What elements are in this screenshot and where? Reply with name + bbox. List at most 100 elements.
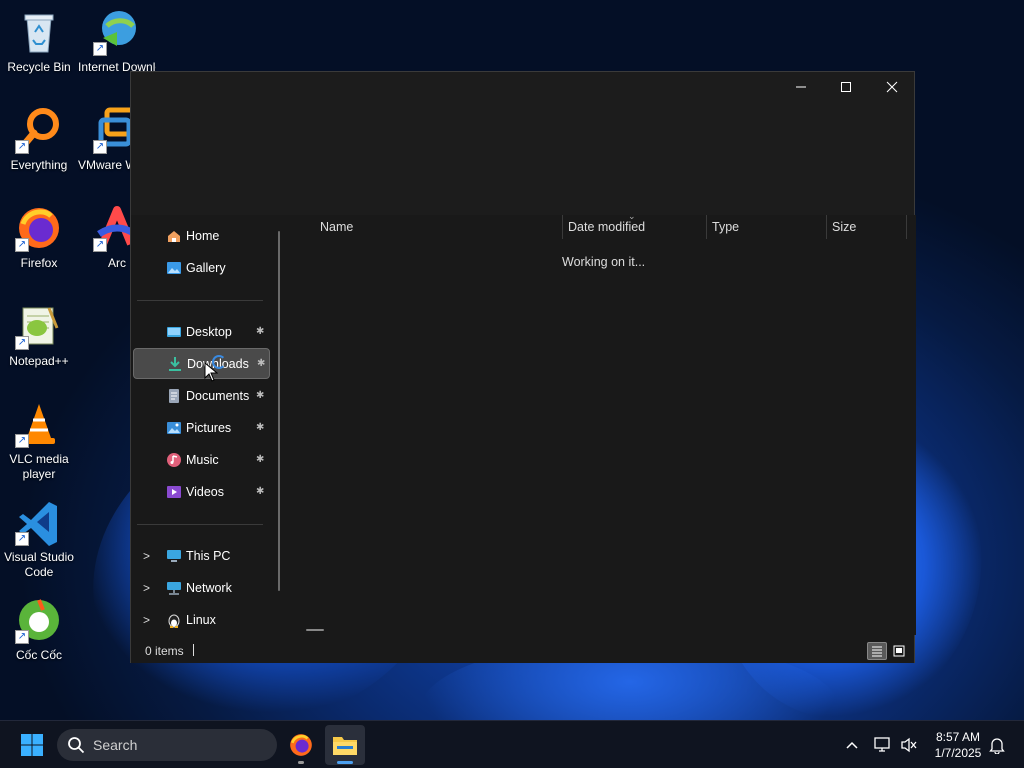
column-header-name[interactable]: Name xyxy=(314,215,562,239)
documents-folder-icon xyxy=(169,388,179,403)
pin-icon[interactable]: ✱ xyxy=(256,486,264,497)
file-list-view[interactable]: Name ⌄ Date modified Type Size Working o… xyxy=(291,211,916,635)
start-button[interactable] xyxy=(14,729,50,761)
clock[interactable]: 8:57 AM 1/7/2025 xyxy=(926,729,990,761)
close-icon xyxy=(886,81,898,93)
taskbar-file-explorer-button[interactable] xyxy=(325,725,365,765)
status-divider xyxy=(193,644,194,656)
column-header-date-modified[interactable]: Date modified xyxy=(562,215,706,239)
nav-separator xyxy=(137,524,263,525)
details-view-icon xyxy=(872,646,882,657)
desktop-folder-icon xyxy=(167,326,181,337)
maximize-button[interactable] xyxy=(823,72,869,102)
nav-item-home[interactable]: Home xyxy=(133,220,270,251)
downloads-folder-icon xyxy=(169,356,181,371)
gallery-icon xyxy=(167,261,181,274)
loading-message: Working on it... xyxy=(562,255,646,269)
column-header-size[interactable]: Size xyxy=(826,215,906,239)
file-explorer-folder-icon xyxy=(333,737,357,755)
navigation-scrollbar[interactable] xyxy=(278,231,280,591)
coc-coc-icon: ↗ xyxy=(15,596,63,644)
shortcut-arrow-icon: ↗ xyxy=(15,238,29,252)
nav-item-desktop[interactable]: Desktop ✱ xyxy=(133,316,270,347)
windows-logo-icon xyxy=(21,734,43,756)
large-icons-view-button[interactable] xyxy=(889,642,909,660)
pin-icon[interactable]: ✱ xyxy=(257,358,265,369)
show-hidden-icons-button[interactable] xyxy=(840,721,864,768)
music-folder-icon xyxy=(167,452,181,467)
item-count: 0 items xyxy=(145,644,184,658)
nav-item-downloads[interactable]: Downloads ✱ xyxy=(133,348,270,379)
taskbar: Search 8:57 AM 1/7/2025 xyxy=(0,720,1024,768)
desktop-icon-recycle-bin[interactable]: Recycle Bin xyxy=(0,8,78,75)
desktop-icon-firefox[interactable]: ↗ Firefox xyxy=(0,204,78,271)
nav-item-gallery[interactable]: Gallery xyxy=(133,252,270,283)
details-view-button[interactable] xyxy=(867,642,887,660)
nav-item-videos[interactable]: Videos ✱ xyxy=(133,476,270,507)
desktop-icon-vlc[interactable]: ↗ VLC media player xyxy=(0,400,78,482)
desktop-icon-everything[interactable]: ↗ Everything xyxy=(0,106,78,173)
expand-chevron-icon[interactable]: > xyxy=(143,613,150,627)
nav-item-linux[interactable]: > Linux xyxy=(133,604,270,635)
vlc-cone-icon: ↗ xyxy=(15,400,63,448)
speaker-muted-icon xyxy=(901,737,917,753)
chevron-up-icon xyxy=(846,741,858,749)
navigation-pane[interactable]: Home Gallery Desktop ✱ Downloads ✱ Docum… xyxy=(131,215,281,635)
horizontal-scrollbar[interactable] xyxy=(306,629,324,631)
desktop-icon-notepad-plus-plus[interactable]: ↗ Notepad++ xyxy=(0,302,78,369)
recycle-bin-icon xyxy=(15,8,63,56)
expand-chevron-icon[interactable]: > xyxy=(143,549,150,563)
pin-icon[interactable]: ✱ xyxy=(256,326,264,337)
file-explorer-window[interactable]: Home Gallery Desktop ✱ Downloads ✱ Docum… xyxy=(130,71,916,663)
running-indicator xyxy=(298,761,304,764)
nav-item-music[interactable]: Music ✱ xyxy=(133,444,270,475)
taskbar-search-box[interactable]: Search xyxy=(57,729,277,761)
search-icon xyxy=(68,737,85,754)
desktop-icon-internet-download-manager[interactable]: ↗ Internet Downlo... xyxy=(78,8,156,75)
nav-item-documents[interactable]: Documents ✱ xyxy=(133,380,270,411)
firefox-icon: ↗ xyxy=(15,204,63,252)
shortcut-arrow-icon: ↗ xyxy=(93,238,107,252)
internet-download-manager-icon: ↗ xyxy=(93,8,141,56)
pictures-folder-icon xyxy=(167,421,181,434)
notifications-button[interactable] xyxy=(986,721,1008,768)
shortcut-arrow-icon: ↗ xyxy=(15,630,29,644)
nav-item-this-pc[interactable]: > This PC xyxy=(133,540,270,571)
taskbar-firefox-button[interactable] xyxy=(281,725,321,765)
minimize-button[interactable] xyxy=(778,72,824,102)
volume-button[interactable] xyxy=(898,721,920,768)
home-icon xyxy=(168,230,180,242)
network-icon xyxy=(167,581,181,595)
desktop-icon-vscode[interactable]: ↗ Visual Studio Code xyxy=(0,498,78,580)
nav-item-pictures[interactable]: Pictures ✱ xyxy=(133,412,270,443)
pin-icon[interactable]: ✱ xyxy=(256,454,264,465)
tiles-view-icon xyxy=(893,645,905,657)
pin-icon[interactable]: ✱ xyxy=(256,422,264,433)
videos-folder-icon xyxy=(167,485,181,498)
nav-item-network[interactable]: > Network xyxy=(133,572,270,603)
minimize-icon xyxy=(796,86,806,88)
desktop-icon-coc-coc[interactable]: ↗ Cốc Cốc xyxy=(0,596,78,663)
column-header-type[interactable]: Type xyxy=(706,215,826,239)
pin-icon[interactable]: ✱ xyxy=(256,390,264,401)
this-pc-icon xyxy=(167,549,181,562)
maximize-icon xyxy=(841,82,851,92)
shortcut-arrow-icon: ↗ xyxy=(15,532,29,546)
expand-chevron-icon[interactable]: > xyxy=(143,581,150,595)
active-window-indicator xyxy=(337,761,353,764)
close-button[interactable] xyxy=(869,72,915,102)
shortcut-arrow-icon: ↗ xyxy=(93,42,107,56)
shortcut-arrow-icon: ↗ xyxy=(93,140,107,154)
firefox-icon xyxy=(290,734,312,756)
column-divider[interactable] xyxy=(906,215,907,239)
nav-separator xyxy=(137,300,263,301)
shortcut-arrow-icon: ↗ xyxy=(15,434,29,448)
shortcut-arrow-icon: ↗ xyxy=(15,140,29,154)
vscode-icon: ↗ xyxy=(15,498,63,546)
linux-tux-icon xyxy=(168,614,180,628)
everything-search-icon: ↗ xyxy=(15,106,63,154)
mouse-pointer-icon xyxy=(204,362,218,382)
network-status-button[interactable] xyxy=(872,721,894,768)
status-bar: 0 items xyxy=(131,638,914,663)
shortcut-arrow-icon: ↗ xyxy=(15,336,29,350)
